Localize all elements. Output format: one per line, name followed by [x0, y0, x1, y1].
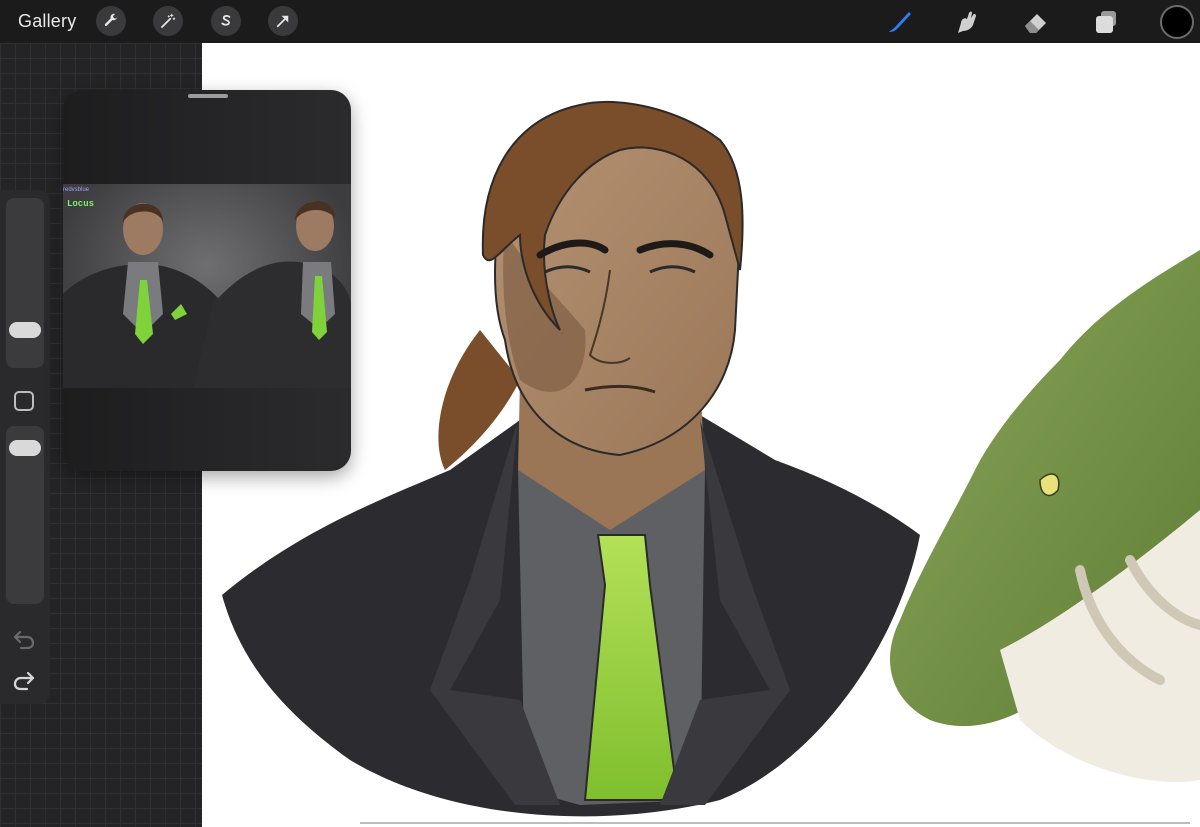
- smudge-icon: [958, 11, 976, 33]
- drawing-canvas[interactable]: [202, 43, 1200, 827]
- layers-icon: [1096, 11, 1116, 33]
- reference-logo: redvsblue: [63, 187, 90, 193]
- brush-icon: [889, 12, 911, 32]
- opacity-slider[interactable]: [6, 426, 44, 604]
- eraser-icon: [1025, 14, 1046, 33]
- top-toolbar: Gallery: [0, 0, 1200, 43]
- actions-wrench-button[interactable]: [96, 6, 126, 36]
- color-picker-button[interactable]: [1160, 5, 1194, 39]
- selection-button[interactable]: [211, 6, 241, 36]
- wrench-icon: [104, 13, 118, 27]
- magic-wand-icon: [161, 13, 176, 28]
- selection-s-icon: [221, 15, 231, 26]
- adjustments-button[interactable]: [153, 6, 183, 36]
- redo-button[interactable]: [12, 668, 36, 692]
- reference-image: redvsblue Locus: [63, 184, 351, 388]
- reference-window[interactable]: redvsblue Locus: [63, 90, 351, 471]
- artwork: [222, 100, 1200, 824]
- eraser-tool-button[interactable]: [1020, 6, 1052, 38]
- layers-button[interactable]: [1090, 6, 1122, 38]
- smudge-tool-button[interactable]: [951, 6, 983, 38]
- modify-button[interactable]: [14, 391, 34, 411]
- opacity-knob[interactable]: [9, 439, 41, 456]
- transform-button[interactable]: [268, 6, 298, 36]
- brush-size-slider[interactable]: [6, 198, 44, 368]
- brush-tool-button[interactable]: [883, 6, 915, 38]
- brush-size-knob[interactable]: [9, 322, 41, 339]
- reference-drag-handle[interactable]: [188, 94, 228, 98]
- brush-sidebar: [0, 190, 50, 704]
- reference-character-label: Locus: [67, 199, 95, 209]
- gallery-button[interactable]: Gallery: [18, 11, 76, 32]
- undo-button[interactable]: [12, 627, 36, 651]
- transform-arrow-icon: [276, 15, 289, 28]
